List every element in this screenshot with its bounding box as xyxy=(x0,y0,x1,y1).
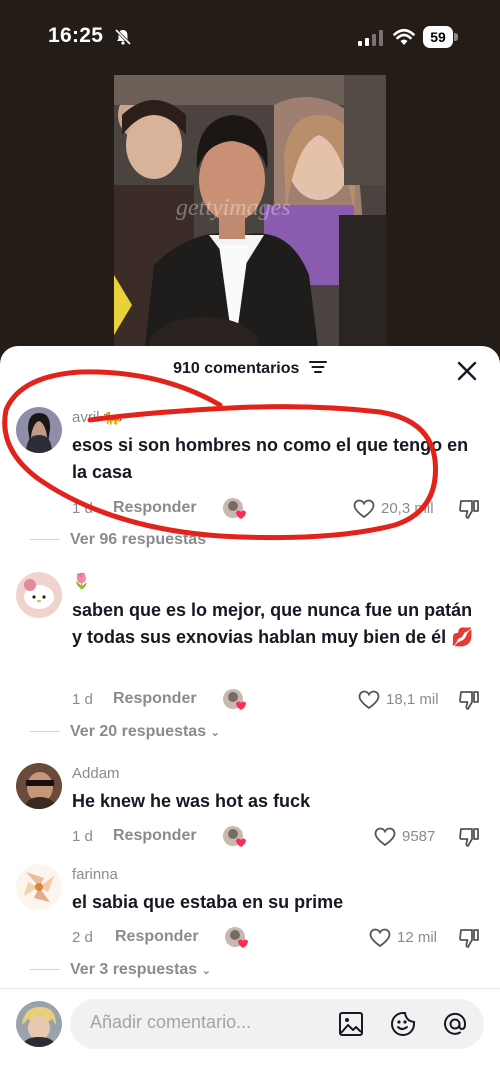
comment-time: 1 d xyxy=(72,828,93,845)
comment-text: saben que es lo mejor, que nunca fue un … xyxy=(72,600,474,647)
dislike-icon[interactable] xyxy=(458,826,480,848)
comment-username[interactable]: Addam xyxy=(72,765,120,782)
reply-button[interactable]: Responder xyxy=(115,928,199,946)
heart-icon[interactable] xyxy=(358,690,380,710)
reply-button[interactable]: Responder xyxy=(113,827,197,845)
avatar[interactable] xyxy=(16,572,62,618)
like-count: 9587 xyxy=(402,828,436,845)
like-count: 12 mil xyxy=(397,929,438,946)
creator-liked-badge xyxy=(222,825,246,847)
comments-header: 910 comentarios xyxy=(0,360,500,390)
comment-time: 2 d xyxy=(72,929,93,946)
heart-icon[interactable] xyxy=(374,827,396,847)
close-icon[interactable] xyxy=(456,360,478,382)
avatar[interactable] xyxy=(16,864,62,910)
comment-username[interactable]: farinna xyxy=(72,866,118,883)
view-replies-button[interactable]: Ver 20 respuestas ⌄ xyxy=(30,723,221,741)
emoji-icon[interactable] xyxy=(390,1011,416,1037)
wifi-icon xyxy=(393,28,415,45)
dislike-icon[interactable] xyxy=(458,689,480,711)
view-replies-button[interactable]: Ver 96 respuestas xyxy=(30,531,206,549)
my-avatar[interactable] xyxy=(16,1001,62,1047)
battery-icon: 59 xyxy=(423,26,459,48)
heart-icon[interactable] xyxy=(353,499,375,519)
creator-liked-badge xyxy=(224,926,248,948)
sort-icon[interactable] xyxy=(308,360,327,374)
reply-button[interactable]: Responder xyxy=(113,690,197,708)
video-frame[interactable]: gettyimages xyxy=(114,75,386,355)
comment-input[interactable]: Añadir comentario... xyxy=(70,999,484,1049)
comment-time: 1 d xyxy=(72,691,93,708)
like-count: 20,3 mil xyxy=(381,500,434,517)
watermark: gettyimages xyxy=(176,195,291,221)
dislike-icon[interactable] xyxy=(458,927,480,949)
like-count: 18,1 mil xyxy=(386,691,439,708)
creator-liked-badge xyxy=(222,688,246,710)
status-time: 16:25 xyxy=(48,24,104,47)
comment-text: el sabia que estaba en su prime xyxy=(72,892,344,912)
comment-username[interactable]: avril 🐆 xyxy=(72,408,122,426)
comment-input-placeholder: Añadir comentario... xyxy=(90,1012,252,1032)
mention-icon[interactable] xyxy=(442,1011,468,1037)
comment-username[interactable]: 🌷 xyxy=(72,572,91,590)
chevron-down-icon: ⌄ xyxy=(210,725,221,739)
signal-icon xyxy=(358,30,383,46)
comment-composer: Añadir comentario... xyxy=(0,988,500,1084)
comment-text: He knew he was hot as fuck xyxy=(72,791,311,811)
comment-count: 910 comentarios xyxy=(173,360,300,377)
avatar[interactable] xyxy=(16,763,62,809)
reply-button[interactable]: Responder xyxy=(113,499,197,517)
comment-text: esos si son hombres no como el que tengo… xyxy=(72,435,469,482)
heart-icon[interactable] xyxy=(369,928,391,948)
view-replies-button[interactable]: Ver 3 respuestas ⌄ xyxy=(30,961,212,979)
creator-liked-badge xyxy=(222,497,246,519)
status-bar: 16:25 59 xyxy=(0,0,500,74)
silent-bell-icon xyxy=(114,28,132,46)
chevron-down-icon: ⌄ xyxy=(201,963,212,977)
dislike-icon[interactable] xyxy=(458,498,480,520)
battery-level: 59 xyxy=(423,26,453,48)
comment-time: 1 d xyxy=(72,500,93,517)
image-icon[interactable] xyxy=(338,1011,364,1037)
avatar[interactable] xyxy=(16,407,62,453)
